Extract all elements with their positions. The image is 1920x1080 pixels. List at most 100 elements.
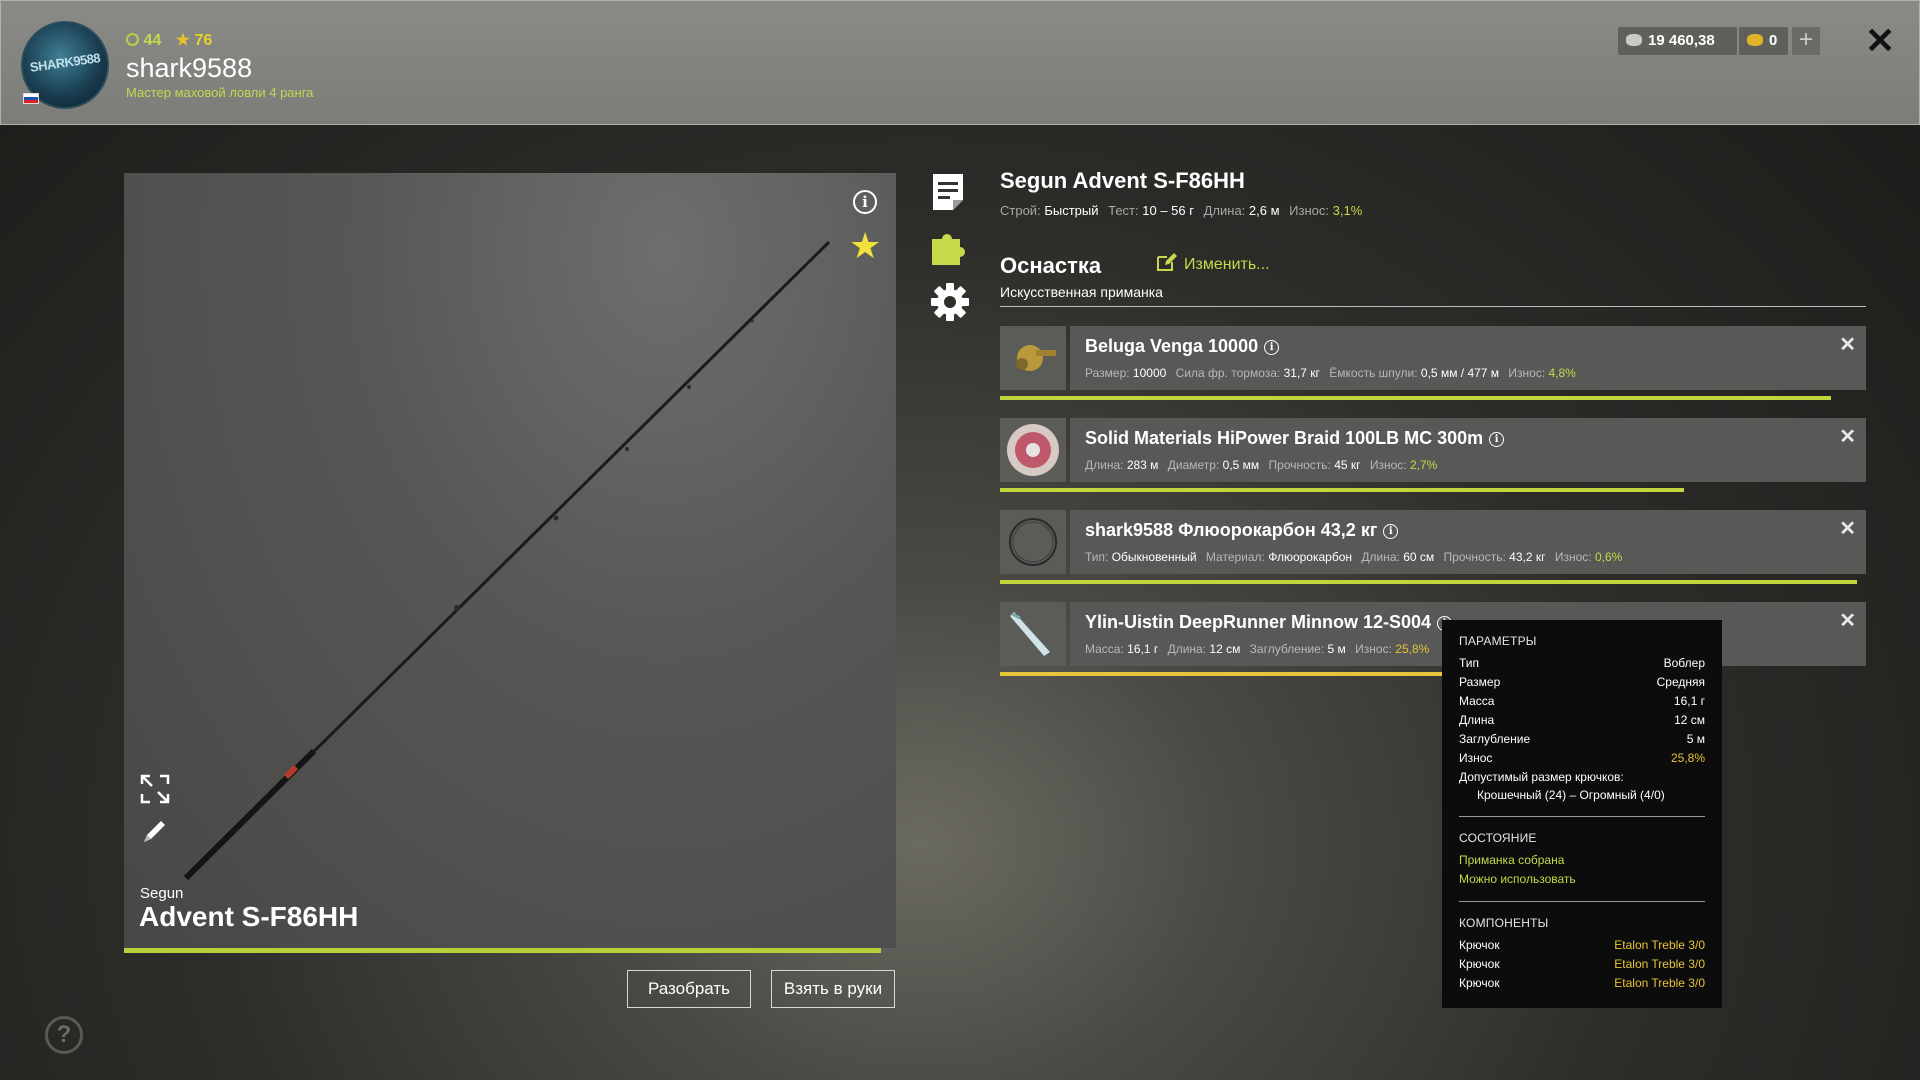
item-stat-label: Длина:	[1085, 458, 1124, 472]
favorite-star-icon[interactable]: ★	[849, 228, 881, 264]
stat-label: Тест:	[1108, 203, 1139, 218]
tackle-item[interactable]: shark9588 Флюорокарбон 43,2 кг i Тип: Обы…	[1000, 510, 1866, 584]
rod-image	[183, 240, 831, 881]
gold-value: 0	[1769, 32, 1778, 49]
item-stat-value: 45 кг	[1334, 458, 1361, 472]
state-item: Приманка собрана	[1459, 853, 1565, 867]
gear-icon[interactable]	[930, 282, 970, 322]
tackle-item-wear-fill	[1000, 580, 1858, 584]
help-button[interactable]: ?	[45, 1016, 83, 1054]
tackle-item-body: Beluga Venga 10000 i Размер: 10000 Сила ф…	[1070, 326, 1866, 390]
stat-label: Строй:	[1000, 203, 1041, 218]
component-value: Etalon Treble 3/0	[1614, 957, 1705, 971]
item-stat-value: 25,8%	[1395, 642, 1430, 656]
rod-wear-fill	[124, 948, 881, 953]
item-stat-label: Диаметр:	[1167, 458, 1220, 472]
rank-level-value: 76	[194, 32, 213, 49]
level-value: 44	[143, 32, 162, 49]
edit-icon	[1157, 253, 1177, 271]
info-icon[interactable]: i	[1383, 524, 1399, 539]
tackle-item-body: shark9588 Флюорокарбон 43,2 кг i Тип: Обы…	[1070, 510, 1866, 574]
item-stat-label: Сила фр. тормоза:	[1175, 366, 1281, 380]
tackle-item-wear-bar	[1000, 580, 1866, 584]
item-stat-label: Масса:	[1085, 642, 1124, 656]
tackle-item-wear-bar	[1000, 396, 1866, 400]
remove-item-icon[interactable]: ✕	[1839, 332, 1856, 357]
edit-tackle-link[interactable]: Изменить...	[1156, 252, 1270, 274]
item-stat-value: 283 м	[1126, 458, 1159, 472]
lure-tooltip: ПАРАМЕТРЫ Тип Воблер Размер Средняя Масса 16,1…	[1442, 620, 1722, 1008]
item-stat-label: Прочность:	[1268, 458, 1331, 472]
tackle-item-wear-fill	[1000, 396, 1832, 400]
item-stat-value: 0,5 мм / 477 м	[1420, 366, 1500, 380]
info-icon[interactable]: i	[1489, 432, 1505, 447]
item-stat-label: Материал:	[1205, 550, 1265, 564]
item-stat-label: Размер:	[1085, 366, 1130, 380]
tooltip-divider	[1459, 901, 1705, 902]
tackle-section-title: Оснастка	[1000, 253, 1102, 278]
item-stat-value: Флюорокарбон	[1268, 550, 1353, 564]
rod-info-button[interactable]: i	[853, 190, 877, 214]
close-button[interactable]: ✕	[1865, 23, 1895, 59]
disassemble-button[interactable]: Разобрать	[627, 970, 751, 1008]
tackle-item[interactable]: Ylin-Uistin DeepRunner Minnow 12-S004i М…	[1000, 602, 1866, 676]
add-currency-button[interactable]: +	[1792, 27, 1820, 55]
remove-item-icon[interactable]: ✕	[1839, 608, 1856, 633]
component-row: Крючок Etalon Treble 3/0	[1459, 974, 1705, 993]
tackle-item-thumbnail	[1000, 602, 1066, 666]
remove-item-icon[interactable]: ✕	[1839, 424, 1856, 449]
tackle-item-name: shark9588 Флюорокарбон 43,2 кг i	[1085, 520, 1399, 541]
item-stat-value: 60 см	[1403, 550, 1435, 564]
params-header: ПАРАМЕТРЫ	[1459, 634, 1537, 648]
hook-size-range: Крошечный (24) – Огромный (4/0)	[1477, 788, 1665, 802]
tackle-item-wear-bar	[1000, 672, 1866, 676]
state-item: Можно использовать	[1459, 872, 1576, 886]
param-label: Размер	[1459, 675, 1501, 689]
document-icon[interactable]	[930, 172, 966, 212]
expand-icon[interactable]	[139, 773, 171, 805]
item-stat-value: 31,7 кг	[1283, 366, 1320, 380]
rank-title: Мастер маховой ловли 4 ранга	[126, 85, 314, 100]
item-stat-label: Износ:	[1355, 642, 1392, 656]
component-label: Крючок	[1459, 976, 1500, 990]
tackle-item-wear-fill	[1000, 488, 1685, 492]
tackle-item-name-text: Beluga Venga 10000	[1085, 336, 1259, 356]
take-in-hands-button[interactable]: Взять в руки	[771, 970, 895, 1008]
component-value: Etalon Treble 3/0	[1614, 938, 1705, 952]
gold-balance: 0	[1739, 27, 1788, 55]
puzzle-icon[interactable]	[930, 227, 970, 269]
item-stat-value: 0,5 мм	[1222, 458, 1260, 472]
edit-label: Изменить...	[1184, 256, 1270, 273]
rank-star-icon: ★	[175, 32, 191, 49]
tackle-item-stats: Тип: Обыкновенный Материал: Флюорокарбон…	[1085, 550, 1622, 564]
pencil-icon[interactable]	[139, 815, 171, 847]
tackle-item-thumbnail	[1000, 326, 1066, 390]
components-header: КОМПОНЕНТЫ	[1459, 916, 1549, 930]
info-icon: i	[862, 193, 868, 211]
param-label: Масса	[1459, 694, 1495, 708]
plus-icon: +	[1798, 26, 1813, 53]
remove-item-icon[interactable]: ✕	[1839, 516, 1856, 541]
item-stat-value: 43,2 кг	[1509, 550, 1546, 564]
profile-bar: SHARK9588 44 ★ 76 shark9588 Мастер махов…	[0, 0, 1920, 125]
rod-wear-bar	[124, 948, 896, 953]
tackle-item[interactable]: Beluga Venga 10000 i Размер: 10000 Сила ф…	[1000, 326, 1866, 400]
close-icon: ✕	[1865, 20, 1896, 61]
rod-title: Segun Advent S-F86HH	[1000, 168, 1245, 193]
tackle-item-body: Solid Materials HiPower Braid 100LB MC 3…	[1070, 418, 1866, 482]
tackle-item-thumbnail	[1000, 418, 1066, 482]
item-stat-value: 2,7%	[1409, 458, 1438, 472]
rod-model: Advent S-F86HH	[139, 901, 359, 932]
tackle-item[interactable]: Solid Materials HiPower Braid 100LB MC 3…	[1000, 418, 1866, 492]
info-icon[interactable]: i	[1264, 340, 1280, 355]
param-value: 16,1 г	[1673, 694, 1705, 708]
rod-guide	[553, 515, 559, 521]
tackle-type: Искусственная приманка	[1000, 284, 1163, 300]
item-stat-label: Износ:	[1369, 458, 1407, 472]
param-row: Износ 25,8%	[1459, 749, 1705, 768]
player-levels: 44 ★ 76	[126, 30, 212, 50]
stat-value: 2,6 м	[1248, 203, 1280, 218]
state-header: СОСТОЯНИЕ	[1459, 831, 1537, 845]
param-row: Масса 16,1 г	[1459, 692, 1705, 711]
tackle-item-name-text: Ylin-Uistin DeepRunner Minnow 12-S004	[1085, 612, 1432, 632]
